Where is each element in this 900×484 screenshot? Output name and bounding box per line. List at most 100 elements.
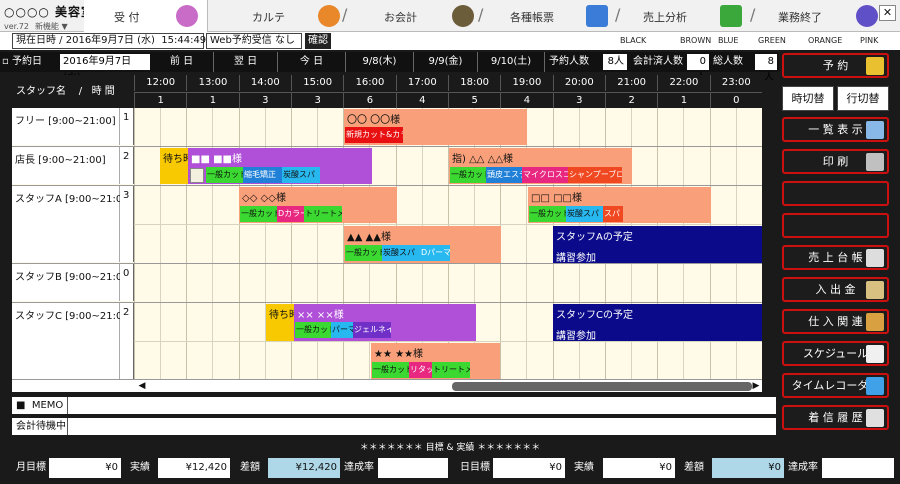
scroll-left-icon[interactable]: ◀ <box>136 380 148 393</box>
box-icon <box>866 313 884 331</box>
monthly-diff-value: ¥12,420 <box>268 458 340 478</box>
purchase-button[interactable]: 仕 入 関 連 <box>782 309 889 334</box>
tab-sales-analysis-label: 売上分析 <box>643 11 687 24</box>
print-button[interactable]: 印 刷 <box>782 149 889 174</box>
scroll-right-icon[interactable]: ▶ <box>750 380 762 393</box>
reserve-button[interactable]: 予 約 <box>782 53 889 78</box>
theme-black[interactable]: BLACK <box>620 36 646 45</box>
staff-count: 2 <box>120 303 134 379</box>
reserve-date-value[interactable]: 2016年9月7日 (水) <box>60 54 150 83</box>
sales-ledger-button[interactable]: 売 上 台 帳 <box>782 245 889 270</box>
reserve-date: ▫ 予約日 2016年9月7日 (水) <box>0 52 150 83</box>
customer-name: ★★ ★★様 <box>374 349 424 360</box>
theme-brown[interactable]: BROWN <box>680 36 711 45</box>
theme-pink[interactable]: PINK <box>860 36 878 45</box>
app-name: ○○○○ 美容室 <box>4 5 95 19</box>
menu-tag: 一般カット <box>372 362 409 378</box>
staff-row-free[interactable]: フリー [9:00~21:00] <box>12 108 120 145</box>
stat-paid-label: 会計済人数 <box>633 56 683 67</box>
waiting-row: 会計待機中 <box>12 418 776 435</box>
staff-row-a[interactable]: スタッフA [9:00~21:00] <box>12 186 132 262</box>
new-features-menu[interactable]: 新機能 ▼ <box>35 22 68 31</box>
memo-row: ■ MEMO <box>12 397 776 414</box>
daily-actual-value: ¥0 <box>603 458 675 478</box>
theme-orange[interactable]: ORANGE <box>808 36 842 45</box>
staff-count: 1 <box>120 108 134 145</box>
grid-line <box>134 108 135 379</box>
menu-tag: 一般カット <box>345 245 382 261</box>
scroll-thumb[interactable] <box>452 382 752 391</box>
today-button[interactable]: 今 日 <box>278 52 346 72</box>
confirm-button[interactable]: 確認 <box>305 33 331 49</box>
hour-header: 19:00 <box>500 75 552 91</box>
chart-person-icon <box>318 5 340 27</box>
prev-day-button[interactable]: 前 日 <box>150 52 214 72</box>
theme-blue[interactable]: BLUE <box>718 36 738 45</box>
menu-tag: パーマ <box>331 322 353 338</box>
row-divider <box>134 224 762 225</box>
list-view-button[interactable]: 一 覧 表 示 <box>782 117 889 142</box>
menu-tag: マイクロスコープ <box>522 167 568 183</box>
plan-body: 講習参加 <box>556 331 596 341</box>
stat-reservations-value: 8人 <box>603 54 627 70</box>
menu-tag: 一般カット <box>450 167 486 183</box>
daily-rate-label: 達成率 <box>788 462 818 473</box>
schedule-button[interactable]: スケジュール <box>782 341 889 366</box>
horizontal-scrollbar[interactable]: ◀ ▶ <box>12 379 762 392</box>
theme-green[interactable]: GREEN <box>758 36 786 45</box>
row-divider <box>12 146 762 147</box>
empty-button[interactable] <box>782 181 889 206</box>
tab-reports[interactable]: 各種帳票 <box>488 0 613 32</box>
tab-karte[interactable]: カルテ <box>208 0 343 32</box>
hour-header: 23:00 <box>709 75 762 91</box>
daily-diff-label: 差額 <box>684 462 704 473</box>
staff-plan-block[interactable]: スタッフAの予定 講習参加 <box>553 226 762 263</box>
goals-title: ＊＊＊＊＊＊＊ 目標 & 実績 ＊＊＊＊＊＊＊ <box>359 443 541 453</box>
hour-header: 20:00 <box>552 75 605 91</box>
customer-name: ■■ ■■様 <box>191 154 242 165</box>
hour-header: 12:00 <box>134 75 186 91</box>
phone-list-icon <box>866 409 884 427</box>
day-button-1[interactable]: 9/8(木) <box>346 52 414 72</box>
wait-block[interactable]: 待ち時 <box>160 148 188 184</box>
tab-sales-analysis[interactable]: 売上分析 <box>625 0 747 32</box>
pencil-icon <box>866 57 884 75</box>
customer-name: ▲▲ ▲▲様 <box>347 232 391 243</box>
stat-total-value: 8人 <box>755 54 777 83</box>
staff-row-c[interactable]: スタッフC [9:00~21:00] <box>12 303 133 379</box>
cash-io-label: 入 出 金 <box>815 283 856 296</box>
monthly-target-value[interactable]: ¥0 <box>49 458 121 478</box>
hour-header: 21:00 <box>604 75 657 91</box>
day-button-2[interactable]: 9/9(金) <box>414 52 478 72</box>
time-recorder-button[interactable]: タイムレコーダー <box>782 373 889 398</box>
analysis-icon <box>720 5 742 27</box>
tab-checkout[interactable]: お会計 <box>352 0 477 32</box>
list-view-label: 一 覧 表 示 <box>808 123 863 136</box>
customer-name: 〇〇 〇〇様 <box>347 115 401 126</box>
wait-block[interactable]: 待ち時 <box>266 304 294 341</box>
hour-count: 3 <box>552 92 605 108</box>
tab-reception[interactable]: 受 付 <box>84 0 208 32</box>
time-header-label: 時 間 <box>91 86 115 97</box>
stat-total: 総人数 8人 <box>709 52 779 83</box>
date-navigation: ▫ 予約日 2016年9月7日 (水) 前 日 翌 日 今 日 9/8(木) 9… <box>0 52 779 83</box>
menu-tag: 新規カット&カラー <box>345 127 403 143</box>
cash-io-button[interactable]: 入 出 金 <box>782 277 889 302</box>
empty-button[interactable] <box>782 213 889 238</box>
memo-field[interactable] <box>69 397 776 414</box>
close-button[interactable]: ✕ <box>879 5 896 21</box>
next-day-button[interactable]: 翌 日 <box>214 52 278 72</box>
staff-row-boss[interactable]: 店長 [9:00~21:00] <box>12 147 120 184</box>
day-button-3[interactable]: 9/10(土) <box>478 52 545 72</box>
time-switch-button[interactable]: 時切替 <box>782 86 834 111</box>
row-switch-button[interactable]: 行切替 <box>837 86 889 111</box>
square-icon: ■ <box>16 400 26 411</box>
call-history-button[interactable]: 着 信 履 歴 <box>782 405 889 430</box>
daily-target-value[interactable]: ¥0 <box>493 458 565 478</box>
tab-close-business[interactable]: 業務終了 <box>760 0 885 32</box>
tab-checkout-label: お会計 <box>384 11 417 24</box>
menu-tag: トリートメント <box>304 206 342 222</box>
staff-plan-block[interactable]: スタッフCの予定 講習参加 <box>553 304 762 341</box>
staff-row-b[interactable]: スタッフB [9:00~21:00] <box>12 264 133 301</box>
waiting-field[interactable] <box>69 418 776 435</box>
